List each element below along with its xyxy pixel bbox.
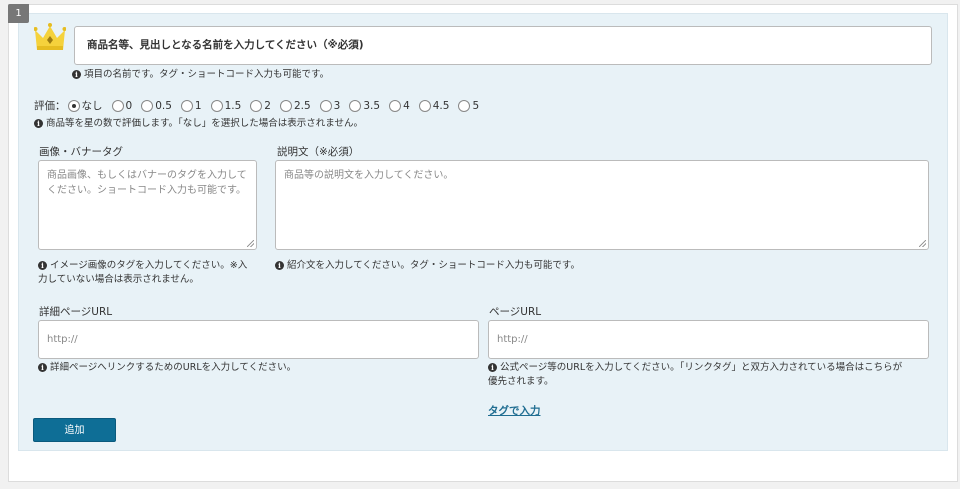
rating-hint: i 商品等を星の数で評価します。「なし」を選択した場合は表示されません。 <box>34 117 363 131</box>
description-hint: i 紹介文を入力してください。タグ・ショートコード入力も可能です。 <box>275 259 580 273</box>
rating-option-4-5[interactable]: 4.5 <box>418 99 449 112</box>
rating-option-0-5[interactable]: 0.5 <box>141 99 172 112</box>
page-url-hint-line2: 優先されます。 <box>488 376 554 387</box>
block-number-badge: 1 <box>8 4 29 23</box>
add-button[interactable]: 追加 <box>33 418 116 442</box>
page-url-label: ページURL <box>489 306 542 318</box>
description-placeholder: 商品等の説明文を入力してください。 <box>284 170 454 181</box>
tag-input-link[interactable]: タグで入力 <box>488 403 541 418</box>
description-textarea[interactable]: 商品等の説明文を入力してください。 <box>275 160 929 250</box>
page-url-hint: i 公式ページ等のURLを入力してください。「リンクタグ」と双方入力されている場合… <box>488 361 902 389</box>
rating-option-5[interactable]: 5 <box>458 99 479 112</box>
info-icon: i <box>275 261 284 270</box>
title-input[interactable]: 商品名等、見出しとなる名前を入力してください（※必須) <box>74 26 932 65</box>
info-icon: i <box>34 119 43 128</box>
rating-option-2[interactable]: 2 <box>250 99 271 112</box>
info-icon: i <box>72 70 81 79</box>
rating-group: 評価： なし 0 0.5 1 1.5 2 2.5 3 3.5 4 4.5 5 <box>34 98 488 113</box>
resize-handle-icon[interactable] <box>919 240 926 247</box>
title-hint: i 項目の名前です。タグ・ショートコード入力も可能です。 <box>72 68 329 82</box>
detail-url-label: 詳細ページURL <box>39 306 113 318</box>
info-icon: i <box>38 261 47 270</box>
rating-option-3-5[interactable]: 3.5 <box>349 99 380 112</box>
detail-url-hint-text: 詳細ページへリンクするためのURLを入力してください。 <box>50 362 297 373</box>
page-url-hint-line1: 公式ページ等のURLを入力してください。「リンクタグ」と双方入力されている場合は… <box>500 362 903 373</box>
image-hint-line2: 力していない場合は表示されません。 <box>38 274 199 285</box>
rating-option-none[interactable]: なし <box>67 98 103 113</box>
rating-option-1-5[interactable]: 1.5 <box>210 99 241 112</box>
radio-selected[interactable] <box>67 99 80 112</box>
rating-option-1[interactable]: 1 <box>180 99 202 112</box>
detail-url-hint: i 詳細ページへリンクするためのURLを入力してください。 <box>38 361 296 375</box>
info-icon: i <box>488 363 497 372</box>
rating-hint-text: 商品等を星の数で評価します。「なし」を選択した場合は表示されません。 <box>46 118 364 129</box>
description-hint-text: 紹介文を入力してください。タグ・ショートコード入力も可能です。 <box>287 260 580 271</box>
description-field-label: 説明文（※必須） <box>277 146 360 158</box>
rating-option-4[interactable]: 4 <box>389 99 410 112</box>
resize-handle-icon[interactable] <box>247 240 254 247</box>
page-url-input[interactable]: http:// <box>488 320 929 359</box>
image-tag-textarea[interactable]: 商品画像、もしくはバナーのタグを入力してください。ショートコード入力も可能です。 <box>38 160 257 250</box>
detail-url-input[interactable]: http:// <box>38 320 479 359</box>
rating-option-0[interactable]: 0 <box>111 99 132 112</box>
image-tag-placeholder: 商品画像、もしくはバナーのタグを入力してください。ショートコード入力も可能です。 <box>47 170 247 196</box>
title-hint-text: 項目の名前です。タグ・ショートコード入力も可能です。 <box>84 69 330 80</box>
rating-option-3[interactable]: 3 <box>319 99 340 112</box>
crown-icon <box>34 23 66 50</box>
info-icon: i <box>38 363 47 372</box>
rating-label: 評価： <box>34 100 66 112</box>
image-hint: i イメージ画像のタグを入力してください。※入 力していない場合は表示されません。 <box>38 259 247 287</box>
rating-option-2-5[interactable]: 2.5 <box>279 99 311 112</box>
image-hint-line1: イメージ画像のタグを入力してください。※入 <box>50 260 248 271</box>
image-field-label: 画像・バナータグ <box>39 146 123 158</box>
item-form-panel: 商品名等、見出しとなる名前を入力してください（※必須) i 項目の名前です。タグ・… <box>18 13 948 451</box>
